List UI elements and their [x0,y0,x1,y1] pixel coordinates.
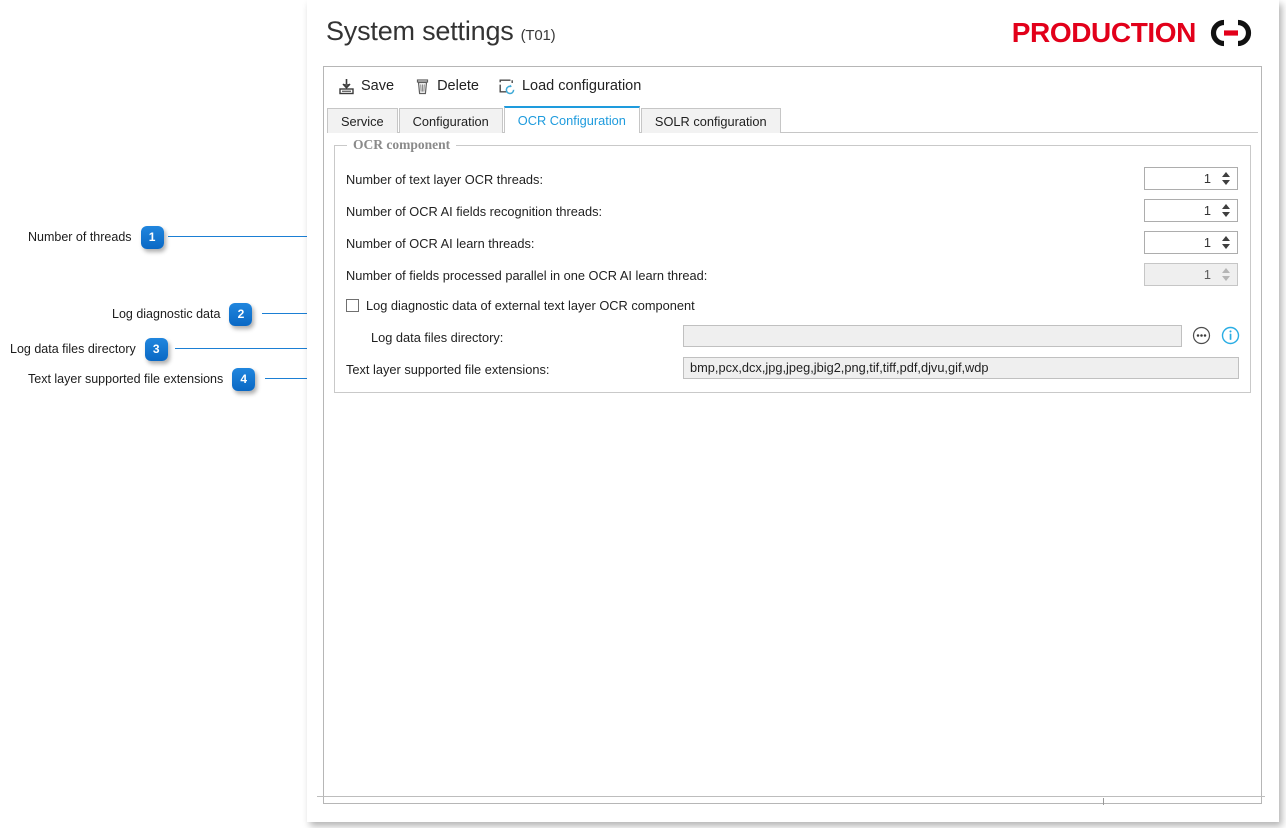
ocr-ai-learn-threads-stepper[interactable]: 1 [1144,231,1238,254]
page-title-suffix: (T01) [520,27,556,44]
ocr-component-group-legend: OCR component [347,137,457,153]
callout-3: Log data files directory 3 [10,337,168,361]
brand-text: PRODUCTION [1011,17,1197,48]
callout-1: Number of threads 1 [28,225,164,249]
text-layer-ocr-threads-label: Number of text layer OCR threads: [346,172,544,187]
toolbar: Save Delete Load configuration [324,67,1261,105]
load-configuration-button-label: Load configuration [521,78,642,94]
log-diagnostic-data-checkbox[interactable] [346,299,359,312]
load-configuration-button[interactable]: Load configuration [495,74,643,98]
text-layer-supported-extensions-label: Text layer supported file extensions: [346,362,550,377]
save-button-label: Save [361,78,395,94]
tabbar: Service Configuration OCR Configuration … [327,105,1258,133]
delete-button[interactable]: Delete [410,74,481,98]
callout-1-leader-line [168,236,330,237]
ocr-ai-learn-threads-value: 1 [1203,235,1211,250]
log-data-files-directory-browse-button[interactable] [1192,326,1211,345]
log-diagnostic-data-checkbox-label: Log diagnostic data of external text lay… [366,298,695,313]
callout-1-label: Number of threads [28,230,132,244]
text-layer-supported-extensions-input[interactable]: bmp,pcx,dcx,jpg,jpeg,jbig2,png,tif,tiff,… [683,357,1239,379]
ocr-component-group: OCR component Number of text layer OCR t… [334,137,1251,393]
chain-link-icon [1204,18,1258,48]
ocr-ai-fields-recognition-threads-value: 1 [1203,203,1211,218]
statusbar [317,796,1265,806]
ocr-ai-fields-recognition-threads-label: Number of OCR AI fields recognition thre… [346,204,603,219]
fields-parallel-per-learn-thread-value: 1 [1203,267,1211,282]
application-window: System settings (T01) PRODUCTION Save De… [307,0,1279,822]
callout-4-label: Text layer supported file extensions [28,372,224,386]
load-configuration-icon [497,76,517,96]
stepper-down-icon[interactable] [1221,212,1230,217]
callout-1-badge: 1 [140,225,164,249]
window-inner: System settings (T01) PRODUCTION Save De… [312,0,1272,810]
delete-button-label: Delete [437,78,479,94]
text-layer-ocr-threads-arrows[interactable] [1217,168,1237,189]
callout-4: Text layer supported file extensions 4 [28,367,256,391]
callout-4-badge: 4 [232,367,256,391]
content-panel: Save Delete Load configuration Service C… [323,66,1262,804]
log-data-files-directory-label: Log data files directory: [371,330,504,345]
trash-icon [412,76,432,96]
log-data-files-directory-input[interactable] [683,325,1182,347]
callout-2-label: Log diagnostic data [112,307,221,321]
stepper-up-icon[interactable] [1221,236,1230,241]
ocr-ai-fields-recognition-threads-arrows[interactable] [1217,200,1237,221]
fields-parallel-per-learn-thread-label: Number of fields processed parallel in o… [346,268,708,283]
text-layer-ocr-threads-stepper[interactable]: 1 [1144,167,1238,190]
stepper-up-icon[interactable] [1221,204,1230,209]
fields-parallel-per-learn-thread-stepper: 1 [1144,263,1238,286]
text-layer-ocr-threads-value: 1 [1203,171,1211,186]
callout-3-label: Log data files directory [10,342,136,356]
statusbar-separator [1103,798,1104,805]
save-button[interactable]: Save [334,74,396,98]
ocr-ai-learn-threads-label: Number of OCR AI learn threads: [346,236,535,251]
stepper-down-icon[interactable] [1221,244,1230,249]
fields-parallel-per-learn-thread-arrows [1217,264,1237,285]
tab-configuration[interactable]: Configuration [398,108,503,133]
stepper-down-icon [1221,276,1230,281]
stepper-down-icon[interactable] [1221,180,1230,185]
callout-2: Log diagnostic data 2 [112,302,253,326]
save-icon [336,76,356,96]
callout-2-badge: 2 [229,302,253,326]
titlebar: System settings (T01) PRODUCTION [320,8,1264,64]
tab-service[interactable]: Service [327,108,398,133]
stepper-up-icon[interactable] [1221,172,1230,177]
brand-logo: PRODUCTION [1012,18,1258,48]
info-icon[interactable] [1221,326,1240,345]
tab-solr-configuration[interactable]: SOLR configuration [640,108,781,133]
callout-3-badge: 3 [144,337,168,361]
tab-ocr-configuration[interactable]: OCR Configuration [503,106,640,133]
log-diagnostic-data-checkbox-row[interactable]: Log diagnostic data of external text lay… [346,298,695,313]
ocr-ai-learn-threads-arrows[interactable] [1217,232,1237,253]
page-title: System settings (T01) [326,16,556,47]
ocr-ai-fields-recognition-threads-stepper[interactable]: 1 [1144,199,1238,222]
page-title-main: System settings [326,16,514,46]
stepper-up-icon [1221,268,1230,273]
